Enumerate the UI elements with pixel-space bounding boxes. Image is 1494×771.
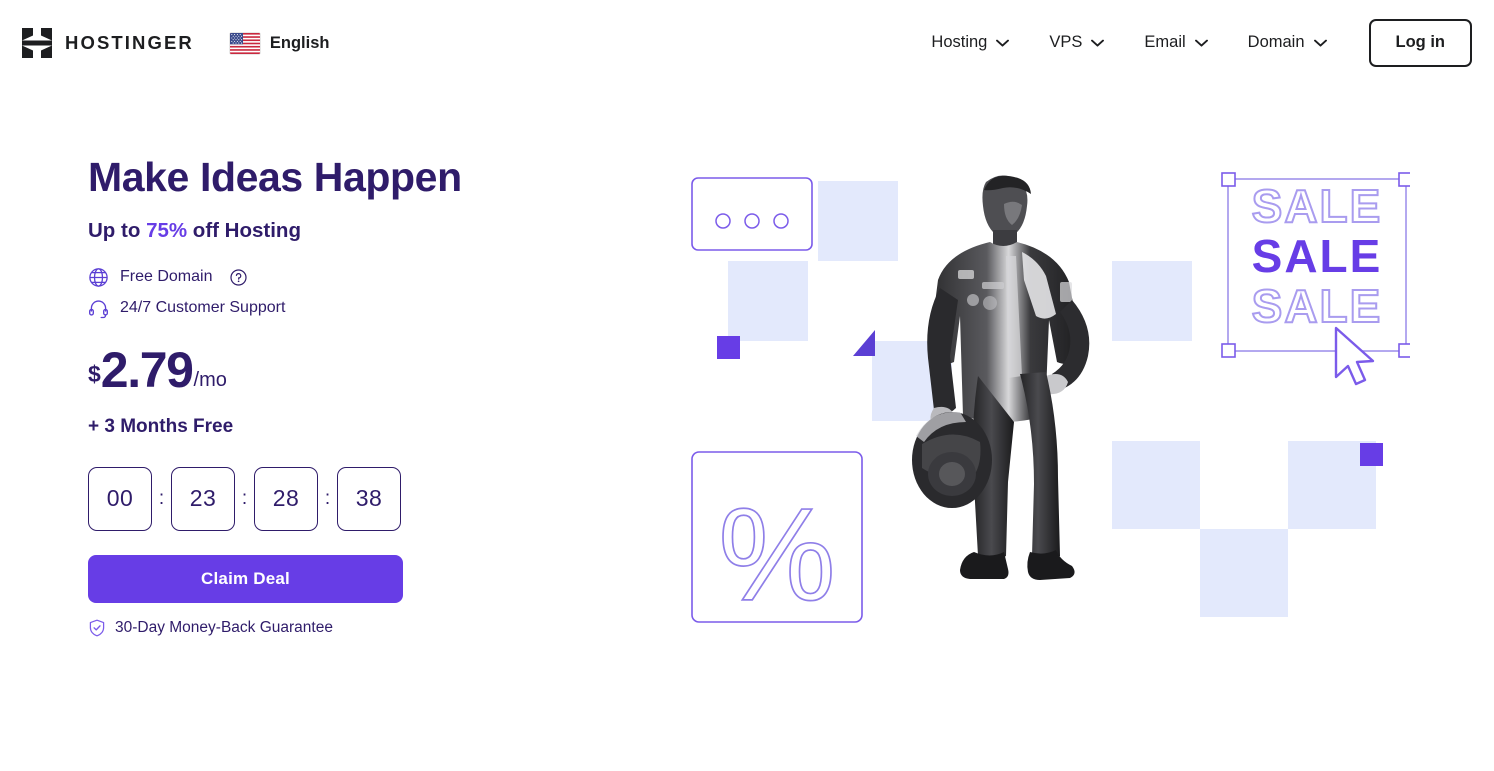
hero-subheading: Up to 75% off Hosting: [88, 219, 608, 243]
dots-card: [691, 177, 813, 251]
countdown-days: 00: [88, 466, 152, 531]
price-display: $ 2.79 /mo: [88, 345, 608, 395]
accent-square-left: [717, 336, 740, 359]
accent-square-right: [1360, 443, 1383, 466]
hostinger-h-logo-icon: [22, 27, 52, 59]
nav-item-email[interactable]: Email: [1124, 23, 1227, 62]
us-flag-icon: [229, 32, 260, 54]
login-button[interactable]: Log in: [1368, 19, 1472, 67]
countdown-separator: :: [241, 487, 248, 509]
percent-card: %: [691, 451, 863, 629]
chevron-down-icon: [1313, 39, 1327, 47]
language-selector[interactable]: English: [229, 32, 330, 54]
discount-percent: 75%: [146, 218, 188, 242]
feature-customer-support: 24/7 Customer Support: [88, 298, 608, 319]
hero-illustration: % SALE SALE SALE: [690, 160, 1410, 640]
price-currency: $: [88, 360, 101, 387]
chevron-down-icon: [1091, 39, 1105, 47]
countdown-hours: 23: [171, 466, 235, 531]
bonus-months: + 3 Months Free: [88, 415, 234, 437]
countdown-separator: :: [158, 487, 165, 509]
claim-deal-button[interactable]: Claim Deal: [88, 554, 403, 603]
question-circle-icon[interactable]: [223, 269, 248, 286]
hero-content: Make Ideas Happen Up to 75% off Hosting …: [88, 154, 608, 637]
chevron-down-icon: [996, 39, 1010, 47]
price-amount: 2.79: [100, 341, 194, 398]
nav-label: Email: [1144, 33, 1186, 52]
brand-logo[interactable]: HOSTINGER: [22, 27, 194, 59]
feature-label: 24/7 Customer Support: [120, 299, 286, 317]
racing-driver-photo: [912, 175, 1090, 580]
nav-label: VPS: [1049, 33, 1083, 52]
countdown-seconds: 38: [337, 466, 401, 531]
nav-label: Hosting: [931, 33, 988, 52]
countdown-separator: :: [324, 487, 331, 509]
subhead-prefix: Up to: [88, 218, 147, 242]
sale-line-1: SALE: [1252, 180, 1383, 232]
mouse-pointer-icon: [1334, 326, 1375, 386]
feature-label: Free Domain: [120, 268, 213, 286]
sale-line-3: SALE: [1252, 280, 1383, 332]
svg-text:%: %: [718, 481, 835, 628]
main-navigation: Hosting VPS Email Domain Log in: [911, 19, 1472, 67]
money-back-guarantee: 30-Day Money-Back Guarantee: [88, 619, 608, 637]
page-title: Make Ideas Happen: [88, 154, 462, 200]
price-period: /mo: [193, 368, 227, 391]
countdown-minutes: 28: [254, 466, 318, 531]
subhead-suffix: off Hosting: [187, 218, 301, 242]
feature-list: Free Domain 24/7 Customer Support: [88, 267, 608, 319]
globe-icon: [88, 267, 109, 288]
page-root: HOSTINGER English Hosting VPS Email Doma…: [0, 0, 1494, 771]
sale-selection-frame: SALE SALE SALE: [1221, 172, 1410, 386]
nav-item-vps[interactable]: VPS: [1029, 23, 1124, 62]
guarantee-label: 30-Day Money-Back Guarantee: [115, 618, 333, 636]
chevron-down-icon: [1194, 39, 1208, 47]
nav-label: Domain: [1247, 33, 1305, 52]
accent-triangle: [853, 330, 875, 356]
sale-line-2: SALE: [1252, 230, 1383, 282]
nav-item-domain[interactable]: Domain: [1228, 23, 1347, 62]
headset-icon: [88, 298, 109, 319]
site-header: HOSTINGER English Hosting VPS Email Doma…: [0, 0, 1494, 86]
countdown-timer: 00 : 23 : 28 : 38: [88, 466, 608, 531]
brand-name: HOSTINGER: [65, 32, 194, 53]
feature-free-domain: Free Domain: [88, 267, 608, 288]
nav-item-hosting[interactable]: Hosting: [911, 23, 1029, 62]
shield-check-icon: [88, 619, 106, 637]
language-label: English: [269, 33, 330, 52]
